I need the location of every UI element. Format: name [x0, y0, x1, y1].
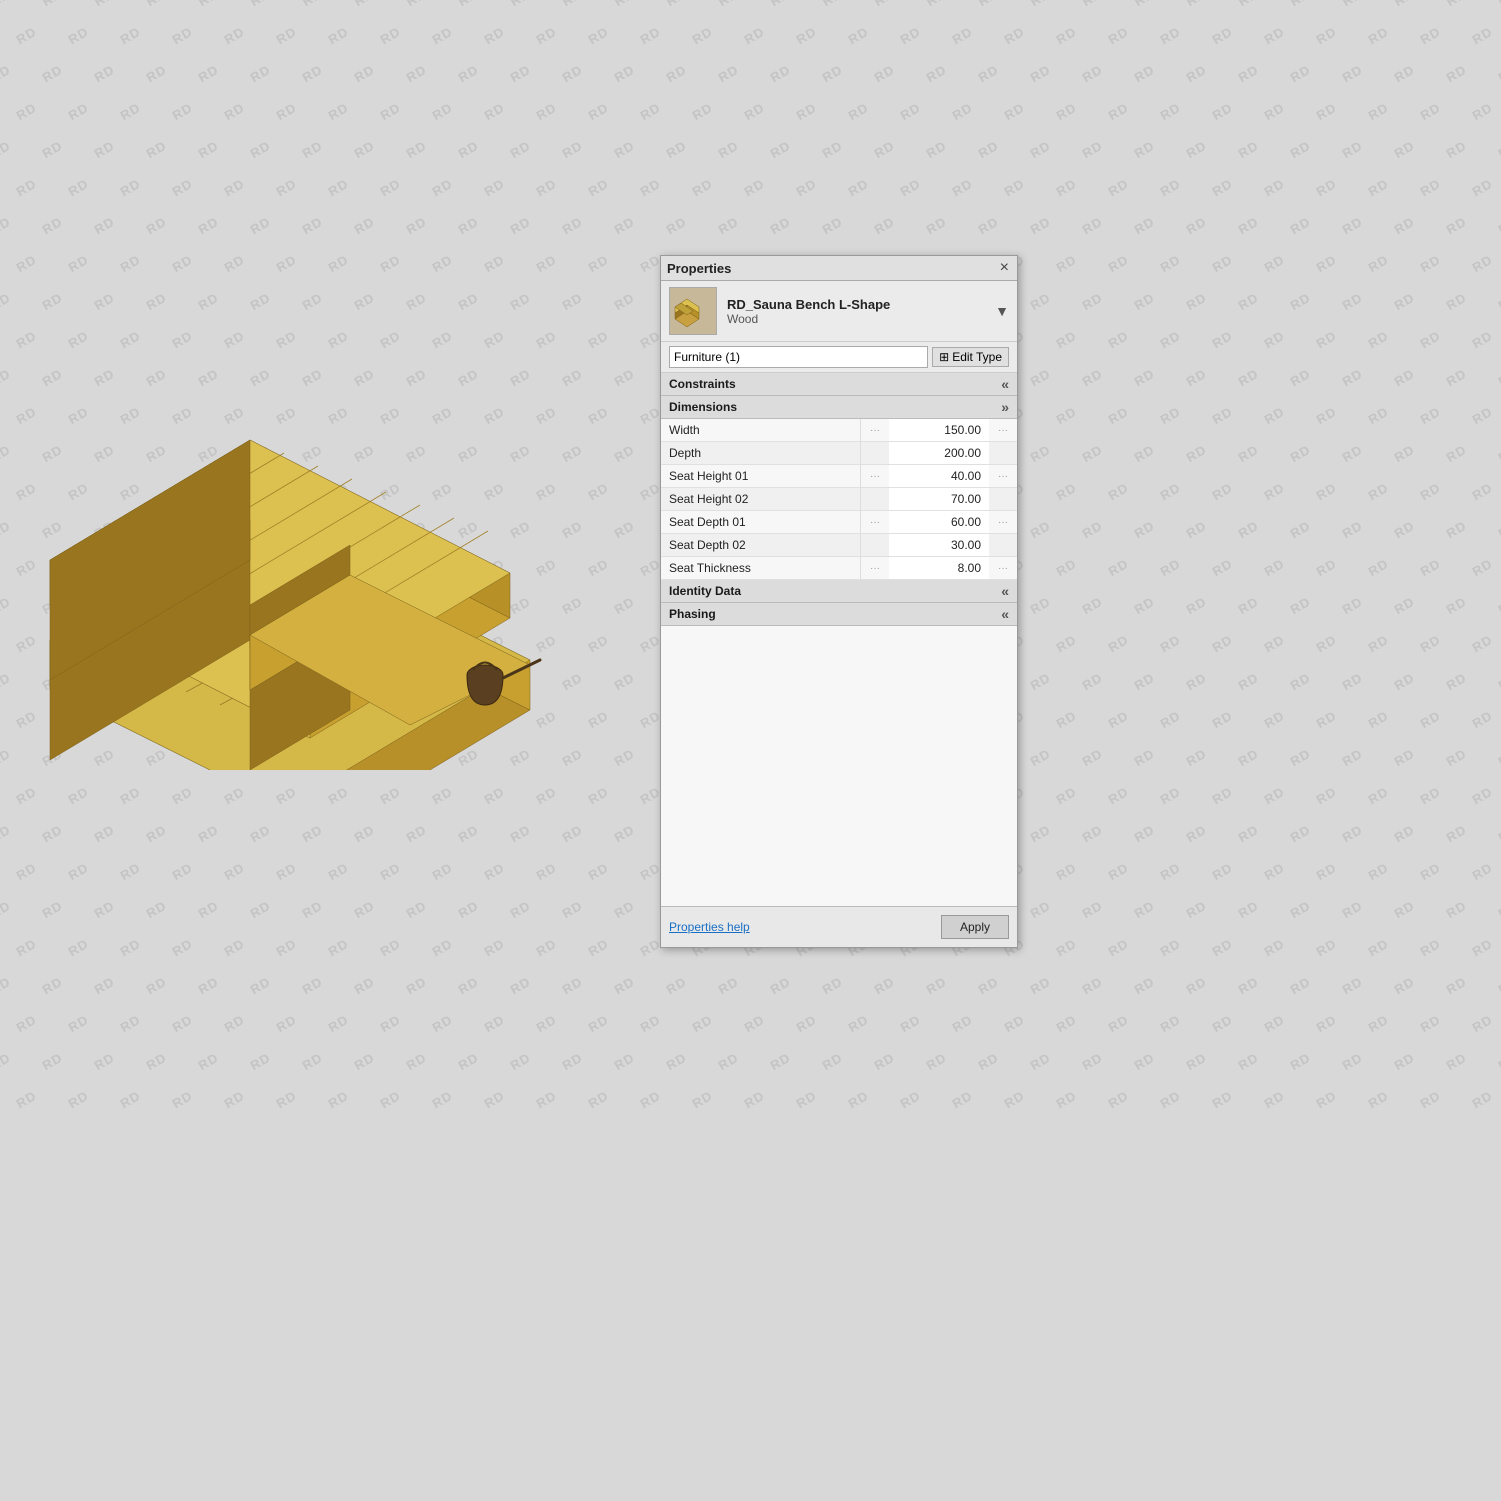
prop-value-seat-height-01[interactable] [889, 465, 989, 487]
object-thumbnail [669, 287, 717, 335]
prop-dots-st-right: ··· [989, 563, 1017, 574]
identity-data-collapse-icon: « [1001, 583, 1009, 599]
phasing-collapse-icon: « [1001, 606, 1009, 622]
furniture-selector[interactable]: Furniture (1) [669, 346, 928, 368]
object-details: RD_Sauna Bench L-Shape Wood [727, 297, 995, 326]
constraints-collapse-icon: « [1001, 376, 1009, 392]
prop-row-seat-depth-02: Seat Depth 02 [661, 534, 1017, 557]
prop-row-seat-depth-01: Seat Depth 01 ··· ··· [661, 511, 1017, 534]
prop-dots-st: ··· [861, 563, 889, 574]
phasing-section-header[interactable]: Phasing « [661, 603, 1017, 626]
prop-dots-width: ··· [861, 425, 889, 436]
prop-label-seat-thickness: Seat Thickness [661, 557, 861, 579]
prop-value-depth[interactable] [889, 442, 989, 464]
identity-data-label: Identity Data [669, 584, 741, 598]
panel-header: Properties × [661, 256, 1017, 281]
prop-label-width: Width [661, 419, 861, 441]
object-name: RD_Sauna Bench L-Shape [727, 297, 995, 312]
object-info-row: RD_Sauna Bench L-Shape Wood ▼ [661, 281, 1017, 342]
prop-dots-sd01-right: ··· [989, 517, 1017, 528]
prop-value-seat-depth-01[interactable] [889, 511, 989, 533]
dimensions-rows: Width ··· ··· Depth Seat Height 01 ··· ·… [661, 419, 1017, 580]
prop-dots-width-right: ··· [989, 425, 1017, 436]
prop-dots-sh01: ··· [861, 471, 889, 482]
panel-title: Properties [667, 261, 731, 276]
prop-label-seat-height-01: Seat Height 01 [661, 465, 861, 487]
properties-panel: Properties × RD_Sauna Bench L-Shape Wood… [660, 255, 1018, 948]
bench-3d-model [30, 350, 650, 770]
prop-value-seat-depth-02[interactable] [889, 534, 989, 556]
prop-value-seat-height-02[interactable] [889, 488, 989, 510]
prop-label-seat-depth-02: Seat Depth 02 [661, 534, 861, 556]
prop-dots-sh01-right: ··· [989, 471, 1017, 482]
prop-dots-sd01: ··· [861, 517, 889, 528]
object-subtype: Wood [727, 312, 995, 326]
properties-help-link[interactable]: Properties help [669, 920, 750, 934]
prop-label-seat-depth-01: Seat Depth 01 [661, 511, 861, 533]
prop-value-seat-thickness[interactable] [889, 557, 989, 579]
dimensions-label: Dimensions [669, 400, 737, 414]
constraints-section-header[interactable]: Constraints « [661, 373, 1017, 396]
prop-label-seat-height-02: Seat Height 02 [661, 488, 861, 510]
identity-data-section-header[interactable]: Identity Data « [661, 580, 1017, 603]
edit-type-icon: ⊞ [939, 350, 949, 364]
prop-row-depth: Depth [661, 442, 1017, 465]
selector-row: Furniture (1) ⊞ Edit Type [661, 342, 1017, 373]
edit-type-label: Edit Type [952, 350, 1002, 364]
close-button[interactable]: × [998, 260, 1011, 276]
object-expand-arrow[interactable]: ▼ [995, 303, 1009, 319]
panel-footer: Properties help Apply [661, 906, 1017, 947]
dimensions-section-header[interactable]: Dimensions » [661, 396, 1017, 419]
edit-type-button[interactable]: ⊞ Edit Type [932, 347, 1009, 367]
prop-row-seat-height-01: Seat Height 01 ··· ··· [661, 465, 1017, 488]
phasing-label: Phasing [669, 607, 716, 621]
prop-row-seat-height-02: Seat Height 02 [661, 488, 1017, 511]
dimensions-expand-icon: » [1001, 399, 1009, 415]
prop-label-depth: Depth [661, 442, 861, 464]
constraints-label: Constraints [669, 377, 736, 391]
empty-panel-area [661, 626, 1017, 906]
apply-button[interactable]: Apply [941, 915, 1009, 939]
prop-value-width[interactable] [889, 419, 989, 441]
prop-row-width: Width ··· ··· [661, 419, 1017, 442]
prop-row-seat-thickness: Seat Thickness ··· ··· [661, 557, 1017, 580]
